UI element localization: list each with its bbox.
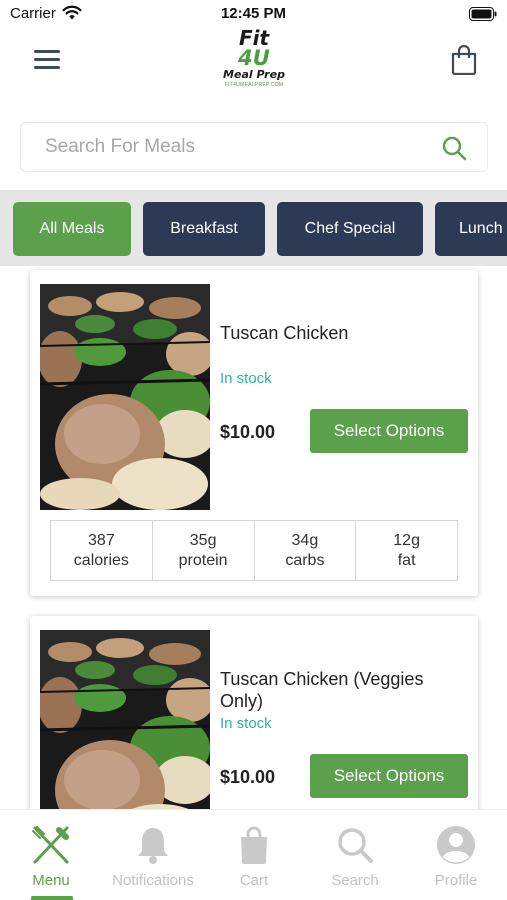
macro-calories: 387 calories — [51, 521, 153, 580]
fork-knife-icon — [32, 826, 69, 864]
macro-value: 35g — [189, 532, 217, 549]
macro-protein: 35g protein — [153, 521, 255, 580]
macro-table: 387 calories 35g protein 34g carbs 12g f… — [50, 520, 458, 581]
macro-fat: 12g fat — [356, 521, 457, 580]
logo-meal-prep-text: Meal Prep — [223, 68, 285, 81]
macro-unit: protein — [178, 552, 228, 569]
macro-unit: carbs — [285, 552, 325, 569]
macro-unit: fat — [397, 552, 416, 569]
tab-search[interactable]: Search — [305, 824, 405, 889]
stock-status: In stock — [220, 370, 272, 387]
macro-value: 12g — [393, 532, 420, 549]
macro-carbs: 34g carbs — [255, 521, 357, 580]
tab-label: Profile — [434, 872, 478, 889]
bag-icon — [241, 826, 267, 864]
macro-value: 387 — [88, 532, 115, 549]
bell-icon — [138, 828, 168, 864]
active-tab-indicator — [31, 896, 73, 900]
tab-cart[interactable]: Cart — [204, 824, 304, 889]
macro-value: 34g — [291, 532, 319, 549]
search-bar — [20, 122, 488, 172]
meal-list: Tuscan Chicken In stock $10.00 Select Op… — [0, 266, 507, 809]
search-icon[interactable] — [441, 135, 467, 161]
search-icon — [338, 828, 373, 863]
meal-price: $10.00 — [220, 767, 276, 787]
logo-4u-text: 4U — [238, 46, 270, 70]
category-all-meals[interactable]: All Meals — [13, 202, 131, 256]
tab-notifications[interactable]: Notifications — [103, 824, 203, 889]
tab-profile[interactable]: Profile — [406, 824, 506, 889]
app-header: Fit 4U Meal Prep FIT4UMEALPREP.COM — [0, 28, 507, 110]
status-time: 12:45 PM — [220, 5, 287, 22]
fit4u-logo: Fit 4U Meal Prep FIT4UMEALPREP.COM — [214, 28, 294, 94]
logo-fit-text: Fit — [238, 26, 270, 50]
tab-label: Search — [331, 872, 379, 889]
profile-icon — [437, 826, 475, 864]
category-strip: All Meals Breakfast Chef Special Lunch — [0, 190, 507, 266]
meal-card: Tuscan Chicken (Veggies Only) In stock $… — [30, 616, 478, 809]
meal-price: $10.00 — [220, 422, 276, 442]
tab-label: Menu — [32, 872, 70, 889]
category-breakfast[interactable]: Breakfast — [143, 202, 265, 256]
bottom-tab-bar: Menu Notifications Cart Search Profile — [0, 809, 507, 900]
search-input[interactable] — [45, 136, 425, 158]
stock-status: In stock — [220, 715, 272, 732]
logo-tagline: FIT4UMEALPREP.COM — [224, 82, 284, 88]
meal-image[interactable] — [40, 284, 210, 510]
tab-menu[interactable]: Menu — [1, 824, 101, 889]
shopping-bag-icon[interactable] — [451, 45, 477, 75]
meal-title[interactable]: Tuscan Chicken — [220, 322, 460, 344]
category-lunch[interactable]: Lunch — [435, 202, 507, 256]
status-bar: Carrier 12:45 PM — [0, 0, 507, 28]
tab-label: Notifications — [112, 872, 194, 889]
battery-icon — [469, 7, 497, 21]
hamburger-icon[interactable] — [34, 50, 60, 70]
select-options-button[interactable]: Select Options — [310, 754, 468, 798]
category-chef-special[interactable]: Chef Special — [277, 202, 423, 256]
meal-card: Tuscan Chicken In stock $10.00 Select Op… — [30, 270, 478, 596]
select-options-button[interactable]: Select Options — [310, 409, 468, 453]
meal-image[interactable] — [40, 630, 210, 809]
macro-unit: calories — [73, 552, 129, 569]
meal-title[interactable]: Tuscan Chicken (Veggies Only) — [220, 668, 460, 712]
tab-label: Cart — [239, 872, 269, 889]
